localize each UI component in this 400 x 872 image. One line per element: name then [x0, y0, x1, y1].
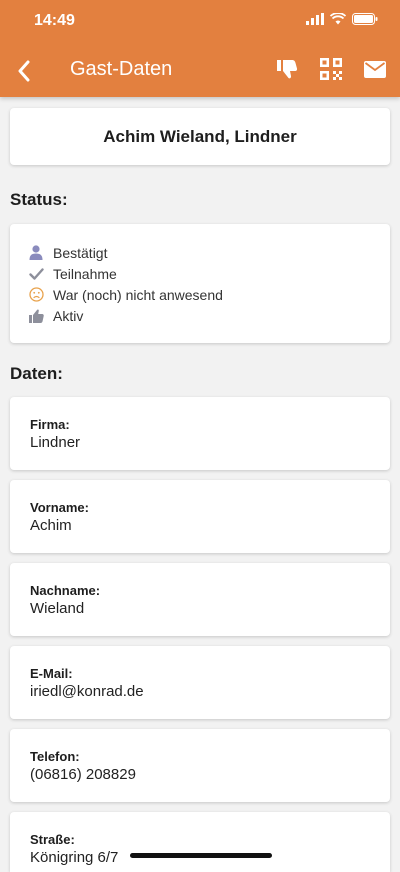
status-time: 14:49 — [34, 12, 75, 29]
home-indicator — [130, 853, 272, 858]
app-bar: 14:49 Gast-Daten — [0, 0, 400, 97]
back-button[interactable] — [12, 57, 36, 85]
email-button[interactable] — [362, 56, 388, 82]
status-card: Bestätigt Teilnahme War (noch) nicht anw… — [10, 224, 390, 343]
battery-icon — [352, 13, 378, 25]
status-icons — [306, 13, 378, 25]
guest-name: Achim Wieland, Lindner — [103, 126, 297, 146]
field-value: Achim — [30, 517, 72, 534]
field-label: Firma: — [30, 417, 70, 432]
person-icon — [28, 245, 44, 261]
field-value: Königring 6/7 — [30, 849, 119, 866]
field-label: Straße: — [30, 832, 75, 847]
thumbs-up-icon — [28, 308, 44, 324]
chevron-left-icon — [18, 60, 30, 82]
status-item-participation: Teilnahme — [28, 263, 223, 284]
data-section-title: Daten: — [10, 364, 63, 383]
status-label: Bestätigt — [53, 244, 108, 261]
qr-code-button[interactable] — [318, 56, 344, 82]
toolbar-actions — [274, 56, 388, 82]
guest-name-card: Achim Wieland, Lindner — [10, 108, 390, 165]
field-value: Lindner — [30, 434, 81, 451]
field-first-name: Vorname: Achim — [10, 480, 390, 553]
wifi-icon — [330, 13, 346, 25]
email-link[interactable]: iriedl@konrad.de — [30, 683, 144, 700]
status-item-attendance: War (noch) nicht anwesend — [28, 284, 223, 305]
field-email[interactable]: E-Mail: iriedl@konrad.de — [10, 646, 390, 719]
status-item-active: Aktiv — [28, 305, 223, 326]
field-company: Firma: Lindner — [10, 397, 390, 470]
field-label: Vorname: — [30, 500, 89, 515]
status-list: Bestätigt Teilnahme War (noch) nicht anw… — [28, 242, 223, 326]
field-phone[interactable]: Telefon: (06816) 208829 — [10, 729, 390, 802]
status-label: Aktiv — [53, 307, 84, 324]
status-label: War (noch) nicht anwesend — [53, 286, 223, 303]
field-street: Straße: Königring 6/7 — [10, 812, 390, 872]
checkmark-icon — [28, 266, 44, 282]
mail-icon — [364, 60, 386, 78]
signal-icon — [306, 13, 324, 25]
field-last-name: Nachname: Wieland — [10, 563, 390, 636]
status-section-title: Status: — [10, 190, 68, 209]
status-label: Teilnahme — [53, 265, 117, 282]
qr-code-icon — [320, 58, 342, 80]
phone-link[interactable]: (06816) 208829 — [30, 766, 136, 783]
status-item-confirmed: Bestätigt — [28, 242, 223, 263]
thumbs-down-icon — [277, 60, 298, 79]
thumbs-down-button[interactable] — [274, 56, 300, 82]
field-label: Nachname: — [30, 583, 101, 598]
page-title: Gast-Daten — [70, 58, 173, 80]
field-label: Telefon: — [30, 749, 80, 764]
field-label: E-Mail: — [30, 666, 73, 681]
sad-face-icon — [28, 287, 44, 303]
field-value: Wieland — [30, 600, 85, 617]
